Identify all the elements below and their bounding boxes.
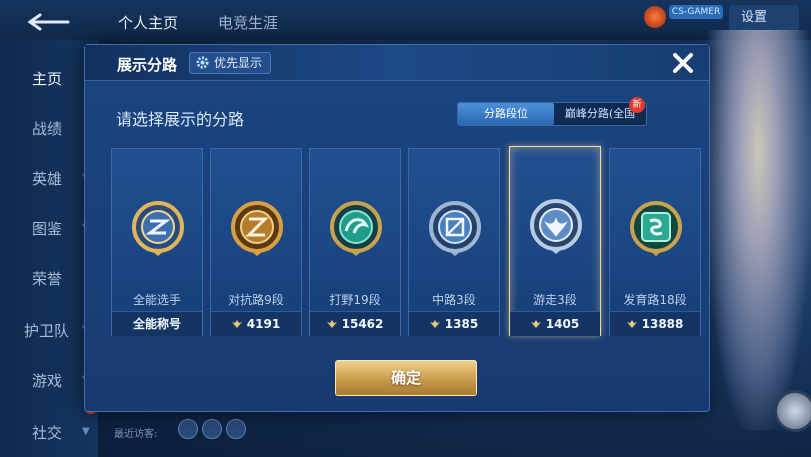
sidebar-item-heroes[interactable]: 英雄 [32, 168, 62, 189]
allround-emblem-icon [132, 201, 184, 256]
gear-icon [196, 56, 209, 69]
mid-lane-emblem-icon [429, 201, 481, 256]
lane-display-dialog: 展示分路 优先显示 请选择展示的分路 分路段位 巅峰分路(全国 新 全能选手 全… [84, 44, 710, 412]
back-button[interactable] [26, 12, 72, 32]
lane-card-roam[interactable]: 游走3段 1405 [509, 146, 601, 336]
lane-score: 1405 [510, 311, 600, 336]
hero-portrait [706, 30, 811, 430]
lane-card-clash[interactable]: 对抗路9段 4191 [210, 148, 302, 336]
roam-emblem-icon [530, 199, 582, 254]
avatar[interactable] [202, 419, 222, 439]
game-screen: 个人主页 电竞生涯 CS-GAMER 设置 主页 战绩 英雄 ▼ 图鉴 ▼ 荣誉… [0, 0, 811, 457]
lane-mode-tabs: 分路段位 巅峰分路(全国 [457, 102, 647, 126]
lane-name: 中路3段 [432, 293, 476, 307]
sidebar-item-honor[interactable]: 荣誉 [32, 268, 62, 289]
priority-display-label: 优先显示 [214, 56, 263, 70]
lane-score: 全能称号 [112, 311, 202, 336]
lane-name: 打野19段 [329, 293, 381, 307]
jungle-emblem-icon [330, 201, 382, 256]
lane-name: 游走3段 [533, 293, 577, 307]
rank-points-icon [326, 320, 337, 328]
lane-name: 发育路18段 [623, 293, 687, 307]
rank-badge-icon [644, 6, 666, 28]
sidebar-item-home[interactable]: 主页 [32, 68, 62, 89]
tab-esports-career[interactable]: 电竞生涯 [218, 12, 278, 33]
back-arrow-icon [27, 13, 70, 31]
lane-name: 对抗路9段 [228, 293, 284, 307]
close-icon[interactable] [669, 49, 697, 77]
dialog-header: 展示分路 优先显示 [85, 45, 709, 81]
id-chip: CS-GAMER [669, 5, 723, 19]
lane-score: 1385 [409, 311, 499, 336]
farm-lane-emblem-icon [630, 201, 682, 256]
rank-points-icon [231, 320, 242, 328]
chevron-down-icon: ▼ [82, 426, 90, 437]
lane-score: 4191 [211, 311, 301, 336]
rank-points-icon [626, 320, 637, 328]
clash-lane-emblem-icon [231, 201, 283, 256]
tab-profile-home[interactable]: 个人主页 [118, 12, 178, 33]
lane-card-jungle[interactable]: 打野19段 15462 [309, 148, 401, 336]
hexagon-action-button[interactable] [774, 390, 811, 432]
lane-score: 15462 [310, 311, 400, 336]
sidebar-item-games[interactable]: 游戏 [32, 370, 62, 391]
sidebar-item-guard[interactable]: 护卫队 [24, 320, 69, 341]
top-bar: 个人主页 电竞生涯 CS-GAMER 设置 [0, 0, 811, 40]
dialog-title: 展示分路 [117, 56, 178, 74]
sidebar-item-gallery[interactable]: 图鉴 [32, 218, 62, 239]
avatar[interactable] [226, 419, 246, 439]
tab-lane-rank[interactable]: 分路段位 [458, 103, 554, 125]
lane-card-farm[interactable]: 发育路18段 13888 [609, 148, 701, 336]
new-badge: 新 [629, 97, 645, 113]
lane-score: 13888 [610, 311, 700, 336]
rank-points-icon [530, 320, 541, 328]
lane-name: 全能选手 [132, 293, 181, 307]
dialog-subtitle: 请选择展示的分路 [116, 110, 245, 129]
priority-display-button[interactable]: 优先显示 [189, 52, 271, 74]
recent-visitors-label: 最近访客: [114, 429, 158, 440]
recent-visitors-avatars [178, 419, 250, 443]
avatar[interactable] [178, 419, 198, 439]
rank-points-icon [429, 320, 440, 328]
sidebar-item-record[interactable]: 战绩 [32, 118, 62, 139]
sidebar-item-social[interactable]: 社交 [32, 422, 62, 443]
settings-button[interactable]: 设置 [729, 5, 799, 31]
lane-card-mid[interactable]: 中路3段 1385 [408, 148, 500, 336]
lane-card-allround[interactable]: 全能选手 全能称号 [111, 148, 203, 336]
confirm-button[interactable]: 确定 [335, 360, 477, 396]
